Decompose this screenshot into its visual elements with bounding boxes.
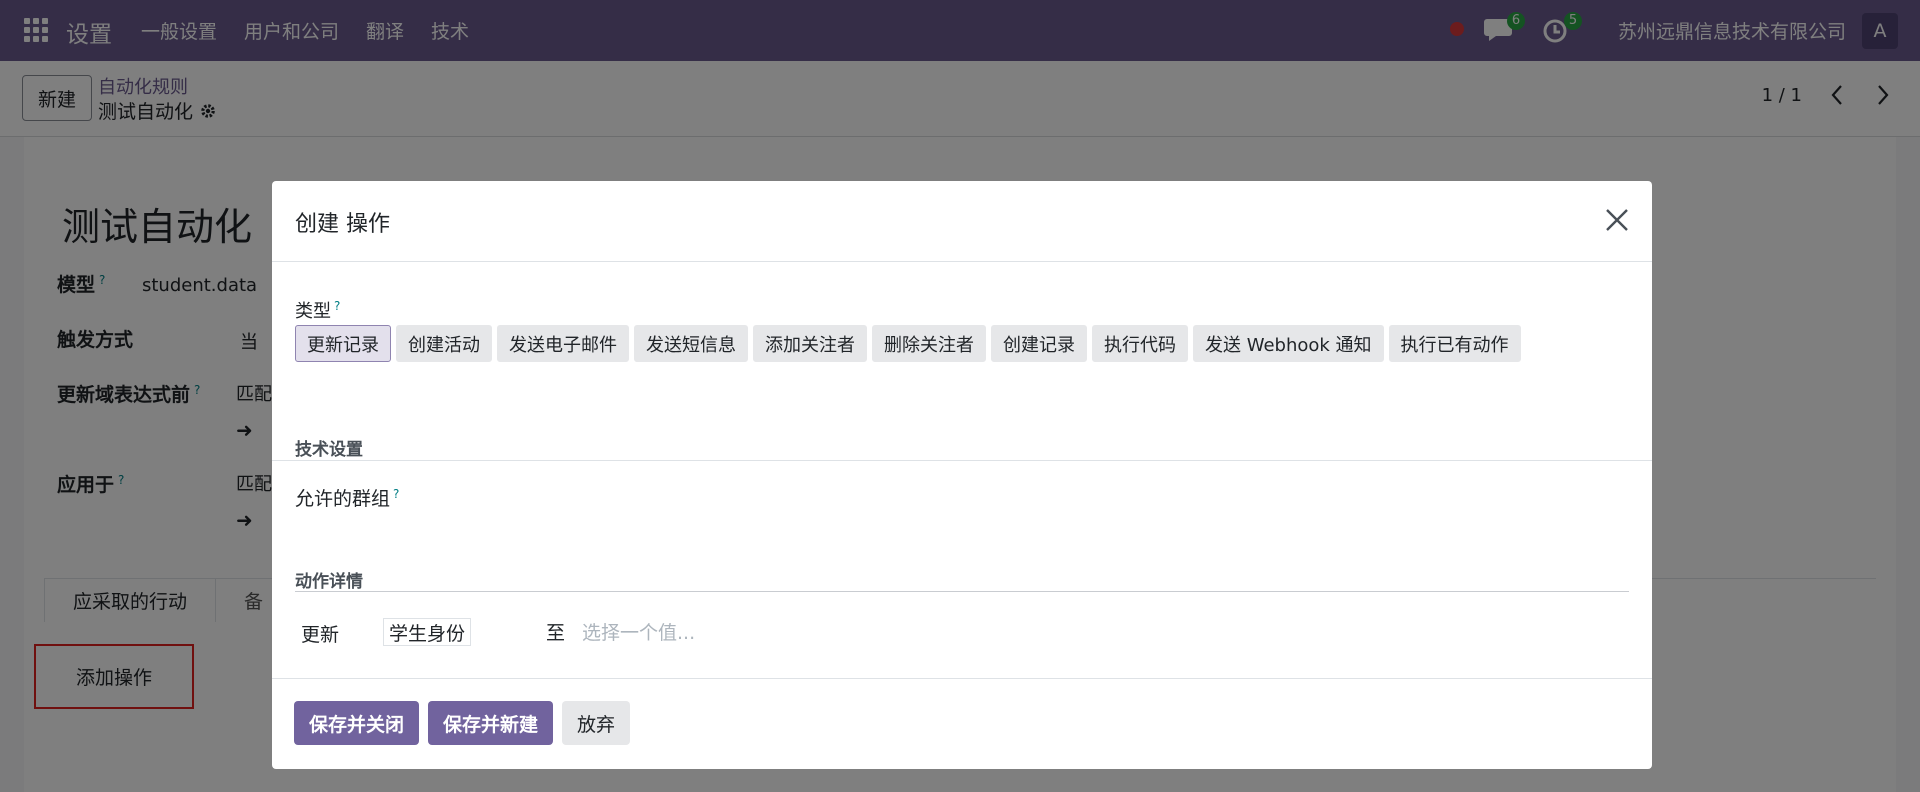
type-remove-followers[interactable]: 删除关注者 — [872, 325, 986, 362]
close-icon[interactable] — [1604, 207, 1630, 233]
type-send-email[interactable]: 发送电子邮件 — [497, 325, 629, 362]
help-icon[interactable]: ? — [334, 299, 340, 313]
dialog-title: 创建 操作 — [295, 212, 390, 237]
value-input[interactable] — [582, 618, 882, 648]
section-divider — [295, 591, 1629, 592]
allowed-groups-label: 允许的群组? — [295, 484, 399, 511]
update-field-select[interactable]: 学生身份 — [383, 618, 472, 646]
discard-button[interactable]: 放弃 — [562, 701, 631, 745]
action-type-selector: 更新记录 创建活动 发送电子邮件 发送短信息 添加关注者 删除关注者 创建记录 … — [295, 325, 1521, 362]
type-send-webhook[interactable]: 发送 Webhook 通知 — [1193, 325, 1384, 362]
save-close-button[interactable]: 保存并关闭 — [294, 701, 420, 745]
action-details-title: 动作详情 — [295, 572, 363, 592]
type-create-record[interactable]: 创建记录 — [991, 325, 1087, 362]
dialog-footer: 保存并关闭 保存并新建 放弃 — [272, 678, 1652, 769]
to-label: 至 — [546, 622, 566, 644]
create-action-dialog: 创建 操作 类型? 更新记录 创建活动 发送电子邮件 发送短信息 添加关注者 删… — [272, 181, 1652, 769]
type-add-followers[interactable]: 添加关注者 — [753, 325, 867, 362]
type-execute-code[interactable]: 执行代码 — [1092, 325, 1188, 362]
help-icon[interactable]: ? — [393, 487, 399, 501]
type-label-text: 类型 — [295, 301, 331, 322]
update-label: 更新 — [301, 624, 340, 646]
type-execute-existing[interactable]: 执行已有动作 — [1388, 325, 1521, 362]
type-send-sms[interactable]: 发送短信息 — [634, 325, 748, 362]
type-create-activity[interactable]: 创建活动 — [396, 325, 492, 362]
type-update-record[interactable]: 更新记录 — [295, 325, 391, 362]
save-new-button[interactable]: 保存并新建 — [428, 701, 554, 745]
type-label: 类型? — [295, 297, 340, 323]
section-divider — [272, 460, 1652, 461]
allowed-groups-label-text: 允许的群组 — [295, 488, 391, 510]
dialog-header: 创建 操作 — [272, 181, 1652, 262]
tech-settings-title: 技术设置 — [295, 440, 363, 460]
